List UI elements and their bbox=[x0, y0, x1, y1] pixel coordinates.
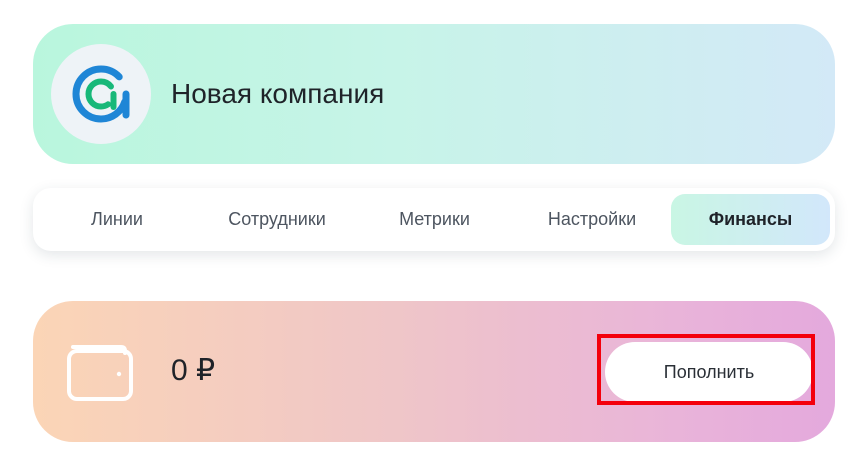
topup-button[interactable]: Пополнить bbox=[605, 342, 813, 402]
balance-card: 0 ₽ Пополнить bbox=[33, 301, 835, 442]
company-name: Новая компания bbox=[171, 78, 385, 109]
tab-settings[interactable]: Настройки bbox=[512, 194, 672, 245]
company-logo bbox=[51, 44, 151, 144]
wallet-icon bbox=[67, 345, 133, 401]
company-logo-icon bbox=[72, 65, 130, 123]
balance-amount: 0 ₽ bbox=[171, 354, 216, 387]
tab-bar: Линии Сотрудники Метрики Настройки Финан… bbox=[33, 188, 835, 251]
company-card: Новая компания bbox=[33, 24, 835, 164]
tab-lines[interactable]: Линии bbox=[37, 194, 197, 245]
tab-employees[interactable]: Сотрудники bbox=[197, 194, 357, 245]
tab-finance[interactable]: Финансы bbox=[671, 194, 830, 245]
tab-metrics[interactable]: Метрики bbox=[357, 194, 512, 245]
